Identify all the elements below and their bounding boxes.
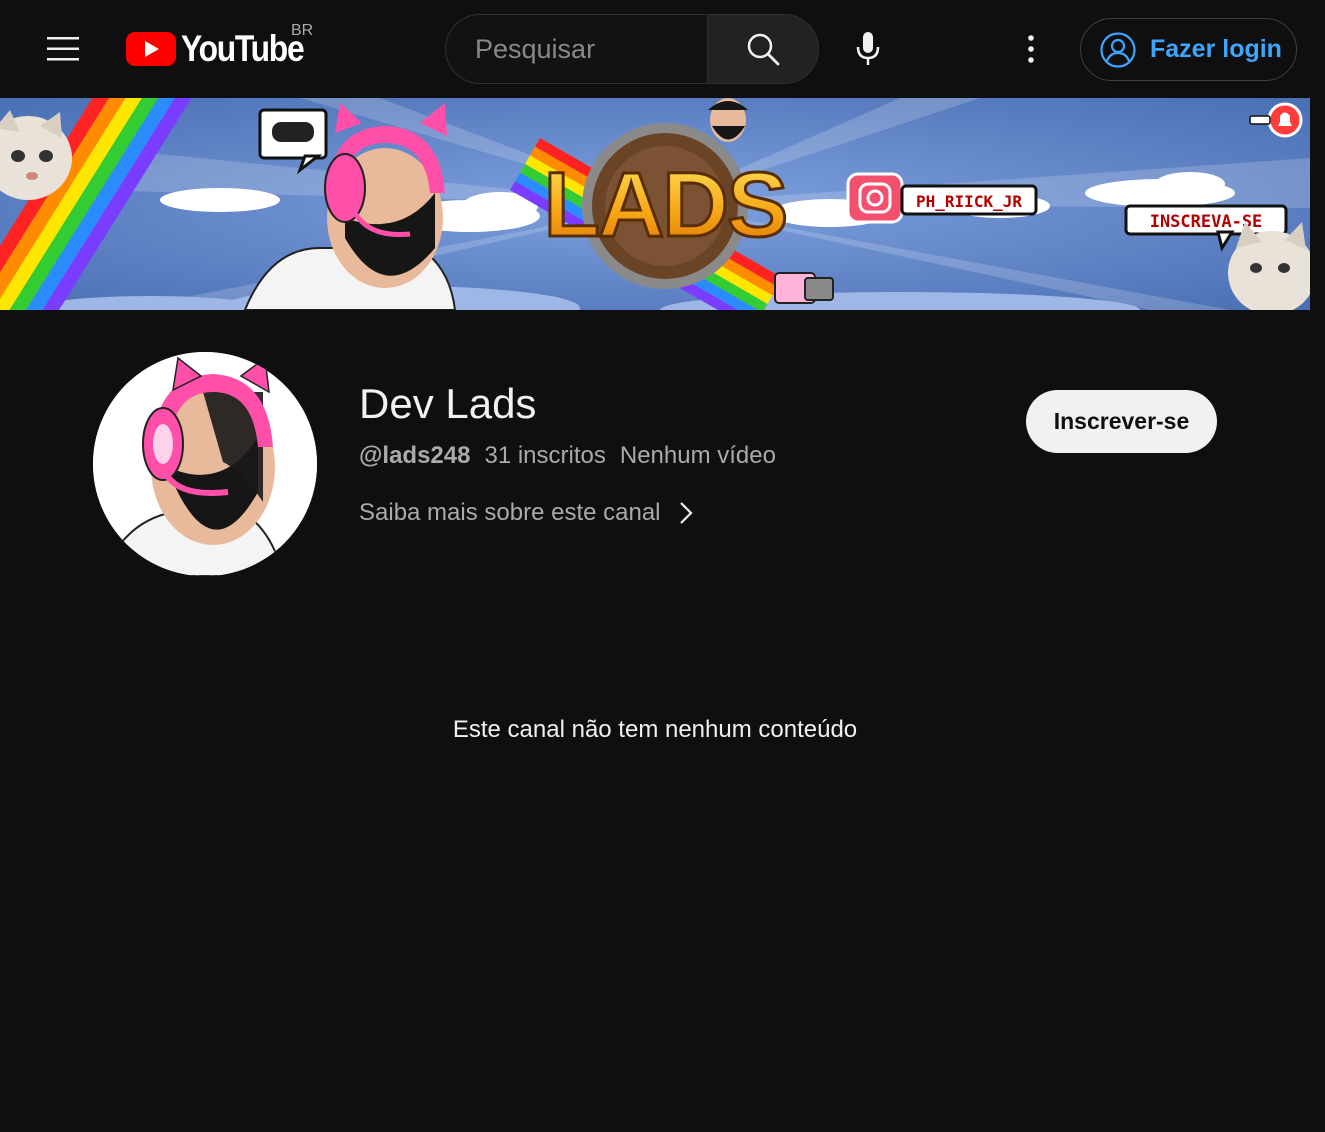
subscriber-count: 31 inscritos	[484, 442, 606, 469]
guide-menu-button[interactable]	[38, 24, 88, 74]
about-link-label: Saiba mais sobre este canal	[359, 499, 661, 526]
mic-icon	[856, 32, 880, 65]
banner-title: LADS	[544, 154, 786, 256]
country-code: BR	[291, 22, 314, 39]
channel-banner: LADS PH_RIICK_JR INSCREVA-SE	[0, 98, 1310, 310]
voice-search-button[interactable]	[843, 24, 893, 74]
menu-icon	[47, 37, 79, 61]
search-button[interactable]	[707, 14, 819, 84]
empty-content-message: Este canal não tem nenhum conteúdo	[452, 716, 858, 743]
youtube-logo-icon	[126, 32, 176, 66]
avatar-image	[93, 352, 317, 576]
channel-name: Dev Lads	[359, 380, 537, 427]
sign-in-button[interactable]: Fazer login	[1080, 18, 1297, 81]
sign-in-label: Fazer login	[1150, 35, 1282, 63]
banner-artwork: LADS PH_RIICK_JR INSCREVA-SE	[0, 98, 1310, 310]
video-count: Nenhum vídeo	[619, 442, 776, 469]
channel-about-link[interactable]: Saiba mais sobre este canal	[359, 496, 693, 530]
subscribe-button[interactable]: Inscrever-se	[1026, 390, 1217, 453]
channel-avatar	[93, 352, 317, 576]
more-vert-icon	[1028, 35, 1034, 63]
channel-metadata: @lads248 31 inscritos Nenhum vídeo	[359, 442, 776, 470]
logo-text: YouTube	[181, 28, 305, 69]
channel-handle: @lads248	[359, 442, 471, 469]
subscribe-label: Inscrever-se	[1053, 408, 1190, 434]
search-icon	[747, 33, 780, 66]
masthead: YouTube BR Pesquisar Fazer login	[0, 0, 1325, 98]
settings-menu-button[interactable]	[1006, 24, 1056, 74]
search-input[interactable]: Pesquisar	[445, 14, 707, 84]
account-icon	[1100, 31, 1136, 68]
chevron-right-icon	[679, 502, 693, 524]
search-box: Pesquisar	[445, 14, 819, 84]
search-placeholder: Pesquisar	[475, 33, 596, 64]
banner-instagram-handle: PH_RIICK_JR	[916, 192, 1022, 211]
